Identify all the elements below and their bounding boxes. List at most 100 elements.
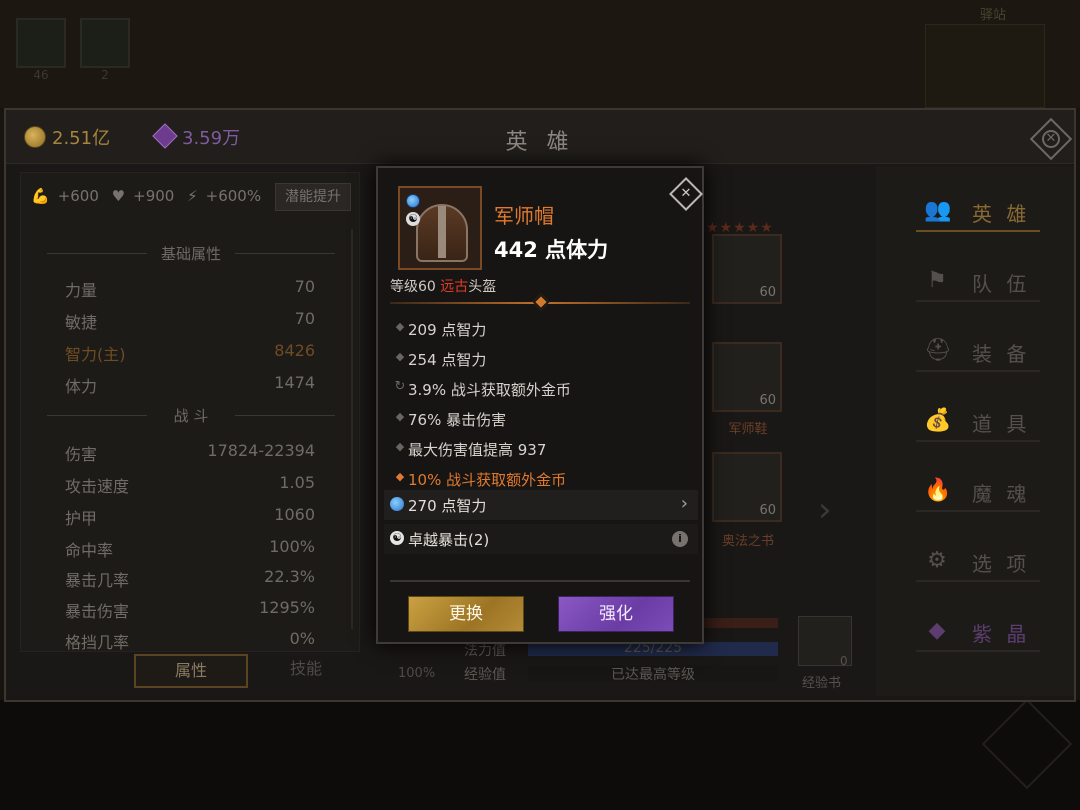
section-combat-title: 战 斗 bbox=[21, 405, 361, 426]
hud-top-bar bbox=[0, 0, 1080, 108]
stat-label: 命中率 bbox=[65, 541, 114, 560]
stat-label: 体力 bbox=[65, 377, 98, 396]
stat-row: 暴击伤害 1295% bbox=[65, 594, 315, 624]
stat-label: 暴击几率 bbox=[65, 571, 130, 590]
tooltip-close-button[interactable]: ✕ bbox=[669, 177, 703, 211]
attributes-panel: 💪 +600 ♥ +900 ⚡ +600% 潜能提升 基础属性 力量 70 敏捷 70 智… bbox=[20, 172, 360, 652]
affix-row: ◆ 76% 暴击伤害 bbox=[390, 406, 690, 432]
item-name: 军师帽 bbox=[494, 204, 554, 228]
skill-slot-2[interactable] bbox=[80, 18, 130, 68]
reroll-icon: ↻ bbox=[394, 379, 406, 394]
diamond-bullet-icon: ◆ bbox=[395, 440, 405, 453]
equip-slot-boots[interactable]: 60 bbox=[712, 342, 782, 412]
stat-row: 攻击速度 1.05 bbox=[65, 469, 315, 499]
stat-label: 伤害 bbox=[65, 445, 98, 464]
item-level: 等级60 bbox=[390, 279, 441, 295]
boost-power: +600% bbox=[205, 187, 262, 205]
stat-value: 1.05 bbox=[279, 473, 315, 492]
nav-item-equipment[interactable]: ⛑ 装 备 bbox=[916, 330, 1040, 372]
stat-row: 敏捷 70 bbox=[65, 305, 315, 335]
stat-row: 格挡几率 0% bbox=[65, 625, 315, 655]
stat-row-primary: 智力(主) 8426 bbox=[65, 337, 315, 367]
affix-text: 254 点智力 bbox=[408, 351, 487, 369]
affix-row: ↻ 3.9% 战斗获取额外金币 bbox=[390, 376, 690, 402]
socket-gem-icon bbox=[406, 194, 420, 208]
hero-icon: 👥 bbox=[924, 198, 952, 223]
flame-icon: 🔥 bbox=[924, 478, 952, 503]
gem-icon: ◆ bbox=[928, 618, 946, 643]
section-basic-title: 基础属性 bbox=[21, 243, 361, 264]
stat-value: 1060 bbox=[274, 505, 315, 524]
equip-slot-weapon[interactable]: 60 bbox=[712, 234, 782, 304]
nav-label: 装 备 bbox=[972, 342, 1031, 366]
boost-strength: +600 bbox=[57, 187, 99, 205]
heart-icon: ♥ bbox=[111, 187, 126, 205]
slot-level: 60 bbox=[759, 285, 776, 300]
stat-label: 智力(主) bbox=[65, 345, 126, 364]
affix-row: ◆ 254 点智力 bbox=[390, 346, 690, 372]
skill-slot-1[interactable] bbox=[16, 18, 66, 68]
next-hero-arrow-icon[interactable]: › bbox=[818, 490, 832, 530]
item-rarity: 远古 bbox=[440, 279, 469, 295]
minimap[interactable] bbox=[925, 24, 1045, 108]
nav-item-amethyst[interactable]: ◆ 紫 晶 bbox=[916, 610, 1040, 652]
info-icon[interactable]: i bbox=[672, 531, 688, 547]
stat-value: 8426 bbox=[274, 341, 315, 360]
potential-boost-button[interactable]: 潜能提升 bbox=[275, 183, 351, 211]
chevron-right-icon: › bbox=[680, 493, 688, 514]
nav-item-items[interactable]: 💰 道 具 bbox=[916, 400, 1040, 442]
affix-row-legendary: ◆ 10% 战斗获取额外金币 bbox=[390, 466, 690, 492]
page-title: 英 雄 bbox=[505, 130, 575, 155]
helmet-item-icon: ☯ bbox=[398, 186, 482, 270]
nav-item-options[interactable]: ⚙ 选 项 bbox=[916, 540, 1040, 582]
stat-value: 1295% bbox=[259, 598, 315, 617]
close-icon: ✕ bbox=[680, 186, 692, 201]
nav-label: 道 具 bbox=[972, 412, 1031, 436]
nav-label: 队 伍 bbox=[972, 272, 1031, 296]
stat-value: 17824-22394 bbox=[207, 441, 315, 460]
skill-slot-1-count: 46 bbox=[33, 68, 49, 82]
bag-icon: 💰 bbox=[924, 408, 952, 433]
panel-header: 2.51亿 3.59万 英 雄 ✕ bbox=[6, 110, 1074, 164]
stat-value: 22.3% bbox=[264, 567, 315, 586]
potential-boosts: 💪 +600 ♥ +900 ⚡ +600% bbox=[31, 187, 269, 205]
stat-label: 暴击伤害 bbox=[65, 602, 130, 621]
xp-book-count: 0 bbox=[840, 654, 848, 668]
stat-value: 100% bbox=[269, 537, 315, 556]
nav-label: 紫 晶 bbox=[972, 622, 1031, 646]
stat-label: 敏捷 bbox=[65, 313, 98, 332]
equip-slot-book[interactable]: 60 bbox=[712, 452, 782, 522]
yin-yang-icon: ☯ bbox=[390, 531, 404, 545]
stat-row: 力量 70 bbox=[65, 273, 315, 303]
upgrade-button[interactable]: 强化 bbox=[558, 596, 674, 632]
blue-gem-icon bbox=[390, 497, 404, 511]
slot-level: 60 bbox=[759, 503, 776, 518]
stat-value: 70 bbox=[294, 309, 315, 328]
hud-bottom-bar bbox=[0, 700, 1080, 810]
tab-skills[interactable]: 技能 bbox=[256, 654, 356, 688]
lightning-icon: ⚡ bbox=[187, 187, 198, 205]
divider-diamond-icon bbox=[532, 293, 550, 311]
strength-arm-icon: 💪 bbox=[31, 187, 50, 205]
stat-value: 1474 bbox=[274, 373, 315, 392]
socket-gem-row[interactable]: 270 点智力 › bbox=[384, 490, 698, 520]
nav-item-hero[interactable]: 👥 英 雄 bbox=[916, 190, 1040, 232]
stat-label: 力量 bbox=[65, 281, 98, 300]
boost-health: +900 bbox=[133, 187, 175, 205]
swap-button[interactable]: 更换 bbox=[408, 596, 524, 632]
set-bonus-row[interactable]: ☯ 卓越暴击(2) i bbox=[384, 524, 698, 554]
tab-attributes[interactable]: 属性 bbox=[134, 654, 248, 688]
nav-item-soul[interactable]: 🔥 魔 魂 bbox=[916, 470, 1040, 512]
yin-yang-icon: ☯ bbox=[406, 212, 420, 226]
affix-text: 最大伤害值提高 937 bbox=[408, 441, 547, 459]
stat-label: 格挡几率 bbox=[65, 633, 130, 652]
nav-item-team[interactable]: ⚑ 队 伍 bbox=[916, 260, 1040, 302]
set-text: 卓越暴击(2) bbox=[408, 531, 490, 549]
socket-text: 270 点智力 bbox=[408, 497, 487, 515]
xp-book-label: 经验书 bbox=[802, 676, 842, 691]
diamond-bullet-icon: ◆ bbox=[395, 350, 405, 363]
stat-row: 体力 1474 bbox=[65, 369, 315, 399]
equip-name-book: 奥法之书 bbox=[721, 534, 774, 549]
attributes-scrollbar[interactable] bbox=[351, 229, 353, 629]
hero-percent: 100% bbox=[398, 666, 436, 681]
